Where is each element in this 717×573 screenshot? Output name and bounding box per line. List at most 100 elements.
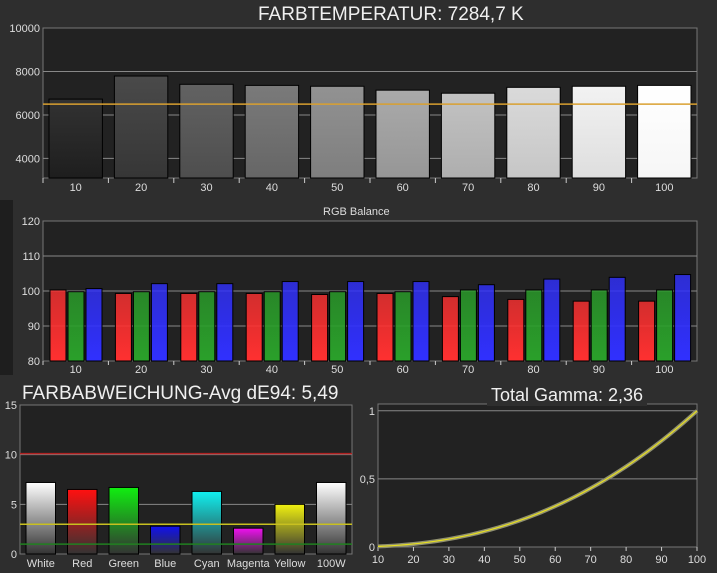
cct-bar (440, 92, 496, 179)
y-tick-label: 90 (28, 321, 40, 333)
blue-bar (281, 281, 299, 362)
x-tick-label: 70 (462, 182, 474, 194)
x-tick-label: 100W (317, 558, 346, 570)
x-tick-label: 90 (593, 364, 605, 376)
green-bar (329, 291, 347, 362)
y-tick-label: 80 (28, 356, 40, 368)
red-bar (180, 292, 198, 362)
x-tick-label: 10 (70, 364, 82, 376)
x-tick-label: 20 (135, 364, 147, 376)
y-tick-label: 100 (22, 286, 40, 298)
red-bar (311, 294, 329, 362)
y-tick-label: 10000 (9, 23, 40, 35)
x-tick-label: 30 (200, 364, 212, 376)
x-tick-label: 40 (266, 182, 278, 194)
x-tick-label: Blue (154, 558, 176, 570)
de-bar (316, 481, 347, 555)
x-tick-label: 30 (443, 554, 455, 566)
blue-bar (477, 284, 495, 362)
x-tick-label: 40 (266, 364, 278, 376)
red-bar (245, 292, 263, 362)
x-tick-label: 100 (655, 364, 673, 376)
x-tick-label: 60 (549, 554, 561, 566)
blue-bar (674, 274, 692, 362)
x-tick-label: 50 (514, 554, 526, 566)
cct-bar (48, 98, 103, 179)
green-bar (459, 289, 477, 362)
red-bar (572, 300, 590, 362)
cct-bar (637, 84, 692, 179)
y-tick-label: 10 (5, 450, 17, 462)
plot-area (377, 403, 698, 548)
red-bar (507, 298, 525, 362)
x-tick-label: Red (72, 558, 92, 570)
green-bar (67, 291, 85, 362)
x-tick-label: 40 (478, 554, 490, 566)
y-tick-label: 120 (22, 216, 40, 228)
x-tick-label: 100 (655, 182, 673, 194)
y-tick-label: 0 (11, 549, 17, 561)
x-tick-label: 70 (585, 554, 597, 566)
cct-bar (506, 86, 561, 179)
x-tick-label: 50 (331, 182, 343, 194)
x-tick-label: 80 (620, 554, 632, 566)
x-tick-label: 100 (688, 554, 706, 566)
x-tick-label: 10 (70, 182, 82, 194)
x-tick-label: 80 (527, 364, 539, 376)
green-bar (198, 291, 216, 362)
x-tick-label: Yellow (274, 558, 305, 570)
x-tick-label: 60 (397, 182, 409, 194)
x-tick-label: 70 (462, 364, 474, 376)
de-bar (274, 503, 305, 555)
x-tick-label: Magenta (227, 558, 271, 570)
green-bar (132, 291, 150, 362)
x-tick-label: Green (108, 558, 139, 570)
red-bar (638, 300, 656, 362)
x-tick-label: 60 (397, 364, 409, 376)
cct-bar (310, 85, 365, 179)
y-tick-label: 0 (369, 542, 375, 554)
x-tick-label: 80 (527, 182, 539, 194)
x-tick-label: 90 (593, 182, 605, 194)
green-bar (263, 291, 281, 362)
x-tick-label: 50 (331, 364, 343, 376)
color-temperature-title: FARBTEMPERATUR: 7284,7 K (252, 4, 530, 26)
cct-bar (179, 83, 234, 179)
blue-bar (347, 281, 365, 362)
y-tick-label: 6000 (16, 110, 40, 122)
green-bar (394, 291, 412, 362)
blue-bar (85, 288, 103, 362)
cct-bar (571, 85, 627, 179)
y-tick-label: 15 (5, 400, 17, 412)
x-tick-label: 10 (372, 554, 384, 566)
red-bar (376, 292, 394, 362)
y-tick-label: 0,5 (360, 474, 375, 486)
green-bar (525, 289, 543, 362)
cct-bar (244, 84, 300, 179)
x-tick-label: 30 (200, 182, 212, 194)
y-tick-label: 1 (369, 406, 375, 418)
blue-bar (216, 283, 234, 362)
red-bar (49, 289, 67, 362)
color-deviation-title: FARBABWEICHUNG-Avg dE94: 5,49 (22, 383, 339, 404)
charts-canvas: 4000600080001000010 20 30 40 50 60 70 80 90 10080… (5, 23, 706, 570)
blue-bar (150, 283, 168, 362)
green-bar (590, 289, 608, 362)
total-gamma-title: Total Gamma: 2,36 (487, 385, 648, 406)
de-bar (25, 481, 56, 555)
blue-bar (543, 278, 561, 362)
de-bar (150, 525, 181, 555)
y-tick-label: 8000 (16, 66, 40, 78)
x-tick-label: 90 (655, 554, 667, 566)
red-bar (114, 292, 132, 362)
x-tick-label: White (27, 558, 55, 570)
green-bar (656, 289, 674, 362)
rgb-balance-title: RGB Balance (323, 206, 390, 218)
y-tick-label: 4000 (16, 153, 40, 165)
red-bar (441, 296, 459, 362)
y-tick-label: 110 (22, 251, 40, 263)
x-tick-label: 20 (135, 182, 147, 194)
de-bar (233, 527, 264, 555)
x-tick-label: 20 (407, 554, 419, 566)
y-tick-label: 5 (11, 499, 17, 511)
